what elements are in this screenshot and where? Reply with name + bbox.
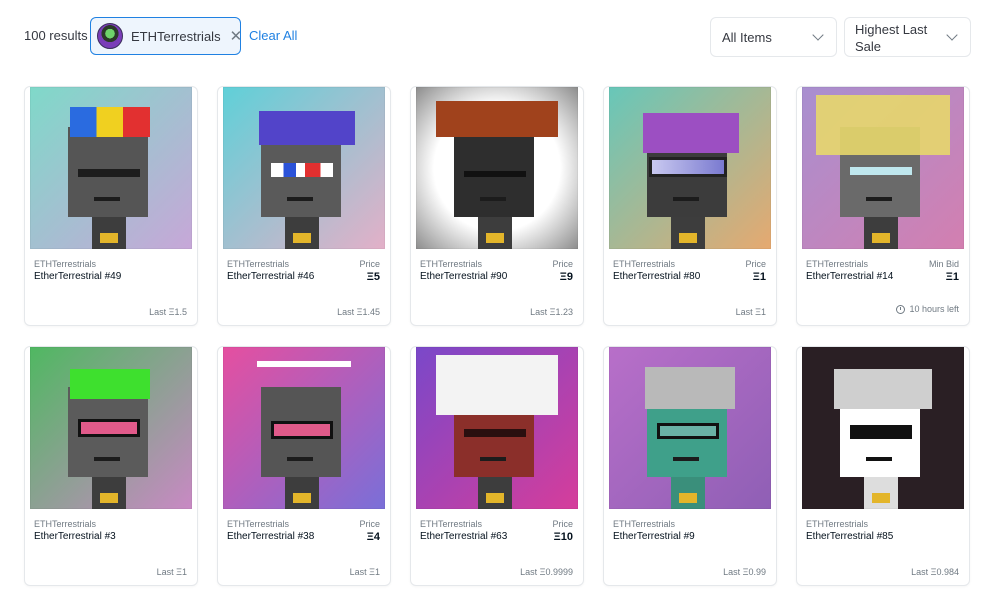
asset-card[interactable]: ETHTerrestrials EtherTerrestrial #38 Price…	[217, 346, 391, 586]
collection-name[interactable]: ETHTerrestrials	[806, 519, 868, 529]
nft-image[interactable]	[416, 87, 578, 249]
close-icon[interactable]: ✕	[230, 29, 243, 44]
collection-name[interactable]: ETHTerrestrials	[806, 259, 868, 269]
time-left-text: 10 hours left	[909, 304, 959, 314]
nft-image[interactable]	[223, 347, 385, 509]
price-label: Price	[552, 259, 573, 269]
collection-name[interactable]: ETHTerrestrials	[613, 259, 675, 269]
price-label: Price	[552, 519, 573, 529]
asset-card[interactable]: ETHTerrestrials EtherTerrestrial #63 Price…	[410, 346, 584, 586]
collection-name[interactable]: ETHTerrestrials	[420, 259, 482, 269]
asset-name: EtherTerrestrial #14	[806, 271, 894, 282]
filter-chip-collection[interactable]: ETHTerrestrials ✕	[90, 17, 243, 55]
collection-name[interactable]: ETHTerrestrials	[34, 259, 96, 269]
last-sale: Last Ξ1.5	[149, 307, 187, 317]
asset-card[interactable]: ETHTerrestrials EtherTerrestrial #46 Price…	[217, 86, 391, 326]
price-value: Ξ9	[559, 271, 573, 283]
nft-image[interactable]	[802, 87, 964, 249]
price-label: Price	[359, 259, 380, 269]
nft-image[interactable]	[609, 347, 771, 509]
asset-card[interactable]: ETHTerrestrials EtherTerrestrial #49 Last …	[24, 86, 198, 326]
last-sale: Last Ξ0.9999	[520, 567, 573, 577]
asset-card[interactable]: ETHTerrestrials EtherTerrestrial #80 Price…	[603, 86, 777, 326]
price-label: Price	[359, 519, 380, 529]
last-sale: Last Ξ1	[156, 567, 187, 577]
toolbar: 100 results ETHTerrestrials ✕ Clear All …	[0, 0, 1000, 70]
asset-name: EtherTerrestrial #63	[420, 531, 508, 542]
collection-name[interactable]: ETHTerrestrials	[34, 519, 96, 529]
collection-name[interactable]: ETHTerrestrials	[227, 259, 289, 269]
chevron-down-icon	[812, 29, 824, 41]
price-value: Ξ1	[752, 271, 766, 283]
last-sale: Last Ξ0.984	[911, 567, 959, 577]
clear-all-link[interactable]: Clear All	[249, 28, 297, 43]
asset-card[interactable]: ETHTerrestrials EtherTerrestrial #9 Last Ξ…	[603, 346, 777, 586]
nft-image[interactable]	[609, 87, 771, 249]
last-sale: Last Ξ0.99	[723, 567, 766, 577]
collection-name[interactable]: ETHTerrestrials	[613, 519, 675, 529]
asset-name: EtherTerrestrial #80	[613, 271, 701, 282]
nft-image[interactable]	[30, 87, 192, 249]
time-left: 10 hours left	[896, 304, 959, 314]
collection-name[interactable]: ETHTerrestrials	[227, 519, 289, 529]
clock-icon	[896, 304, 906, 314]
filter-chip-label: ETHTerrestrials	[131, 28, 221, 44]
asset-name: EtherTerrestrial #49	[34, 271, 122, 282]
asset-card[interactable]: ETHTerrestrials EtherTerrestrial #3 Last Ξ…	[24, 346, 198, 586]
price-value: Ξ5	[366, 271, 380, 283]
asset-card[interactable]: ETHTerrestrials EtherTerrestrial #85 Last …	[796, 346, 970, 586]
asset-name: EtherTerrestrial #46	[227, 271, 315, 282]
sort-dropdown[interactable]: Highest Last Sale	[844, 17, 971, 57]
collection-avatar	[97, 23, 123, 49]
last-sale: Last Ξ1.45	[337, 307, 380, 317]
last-sale: Last Ξ1.23	[530, 307, 573, 317]
asset-card[interactable]: ETHTerrestrials EtherTerrestrial #14 Min B…	[796, 86, 970, 326]
chevron-down-icon	[946, 29, 958, 41]
last-sale: Last Ξ1	[349, 567, 380, 577]
results-count: 100 results	[24, 28, 88, 43]
last-sale: Last Ξ1	[735, 307, 766, 317]
nft-image[interactable]	[30, 347, 192, 509]
asset-grid: ETHTerrestrials EtherTerrestrial #49 Last …	[24, 86, 971, 586]
nft-image[interactable]	[416, 347, 578, 509]
price-label: Min Bid	[928, 259, 959, 269]
nft-image[interactable]	[802, 347, 964, 509]
price-label: Price	[745, 259, 766, 269]
items-filter-label: All Items	[722, 30, 772, 45]
collection-name[interactable]: ETHTerrestrials	[420, 519, 482, 529]
price-value: Ξ4	[366, 531, 380, 543]
price-value: Ξ1	[945, 271, 959, 283]
asset-card[interactable]: ETHTerrestrials EtherTerrestrial #90 Price…	[410, 86, 584, 326]
asset-name: EtherTerrestrial #85	[806, 531, 894, 542]
price-value: Ξ10	[553, 531, 573, 543]
sort-label: Highest Last Sale	[855, 22, 928, 54]
asset-name: EtherTerrestrial #90	[420, 271, 508, 282]
asset-name: EtherTerrestrial #38	[227, 531, 315, 542]
items-filter-dropdown[interactable]: All Items	[710, 17, 837, 57]
asset-name: EtherTerrestrial #3	[34, 531, 116, 542]
nft-image[interactable]	[223, 87, 385, 249]
asset-name: EtherTerrestrial #9	[613, 531, 695, 542]
